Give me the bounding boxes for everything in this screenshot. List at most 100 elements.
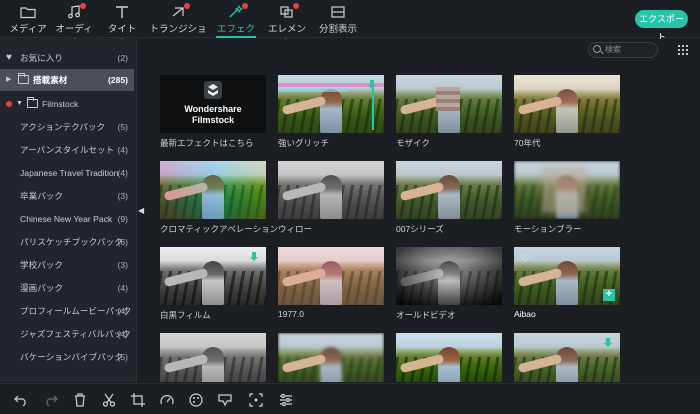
tab-effects[interactable]: エフェクト bbox=[216, 3, 256, 49]
effect-card[interactable]: オールドビデオ bbox=[396, 247, 502, 320]
redo-icon[interactable] bbox=[44, 393, 58, 407]
sidebar-item-label: Filmstock bbox=[42, 99, 79, 109]
tab-split-screen-label: 分割表示 bbox=[318, 24, 357, 35]
search-placeholder: 検索 bbox=[605, 45, 621, 54]
adjust-icon[interactable] bbox=[279, 393, 293, 407]
effect-thumbnail bbox=[160, 247, 266, 305]
tab-transitions[interactable]: トランジション bbox=[149, 3, 207, 49]
promo-line-2: Filmstock bbox=[191, 115, 234, 125]
effect-card[interactable] bbox=[160, 333, 266, 382]
tab-media[interactable]: メディア bbox=[6, 3, 50, 37]
effect-label: モーションブラー bbox=[514, 224, 582, 234]
effect-label: 70年代 bbox=[514, 138, 541, 148]
effect-thumbnail bbox=[514, 333, 620, 382]
sidebar-item-pack[interactable]: 学校パック (3) bbox=[0, 254, 134, 276]
sidebar-item-count: (9) bbox=[117, 214, 128, 224]
sidebar-item-pack[interactable]: プロフィールムービーパック (4) bbox=[0, 300, 134, 322]
download-icon[interactable] bbox=[604, 338, 612, 348]
effect-label: クロマティックアベレーション bbox=[160, 224, 279, 234]
sidebar-collapse-arrow-icon[interactable]: ◀ bbox=[138, 206, 144, 215]
grid-view-icon[interactable] bbox=[678, 45, 688, 55]
effect-card[interactable]: Wondershare Filmstock 最新エフェクトはこちら bbox=[160, 75, 266, 148]
sidebar-item-label: 搭載素材 bbox=[33, 75, 68, 85]
notification-dot bbox=[242, 3, 248, 9]
effect-card[interactable]: 70年代 bbox=[514, 75, 620, 148]
effect-card[interactable]: ウィロー bbox=[278, 161, 384, 234]
mark-icon[interactable] bbox=[218, 393, 232, 407]
top-toolbar: メディア オーディオ タイトル トランジション bbox=[0, 0, 700, 49]
effect-thumbnail bbox=[396, 75, 502, 133]
effect-card[interactable] bbox=[278, 333, 384, 382]
effect-card[interactable]: モザイク bbox=[396, 75, 502, 148]
sidebar-item-pack[interactable]: 卒業パック (3) bbox=[0, 185, 134, 207]
app-window: メディア オーディオ タイトル トランジション bbox=[0, 0, 700, 414]
sidebar-item-pack[interactable]: 漫画パック (4) bbox=[0, 277, 134, 299]
sidebar-item-count: (5) bbox=[117, 122, 128, 132]
effect-label: 白黒フィルム bbox=[160, 310, 211, 320]
effect-card[interactable]: モーションブラー bbox=[514, 161, 620, 234]
effect-card[interactable]: 強いグリッチ bbox=[278, 75, 384, 148]
effect-label: 最新エフェクトはこちら bbox=[160, 138, 254, 148]
sidebar-item-count: (4) bbox=[117, 168, 128, 178]
effect-thumbnail bbox=[278, 75, 384, 133]
crop-icon[interactable] bbox=[131, 393, 145, 407]
effect-card-selected[interactable]: ♡ + Aibao bbox=[514, 247, 620, 319]
expand-arrow-icon[interactable]: ▶ bbox=[6, 69, 11, 91]
tab-titles[interactable]: タイトル bbox=[104, 3, 140, 49]
sidebar-item-label: お気に入り bbox=[20, 53, 63, 63]
music-note-icon bbox=[66, 3, 86, 19]
favorite-heart-icon[interactable]: ♡ bbox=[520, 252, 530, 265]
sidebar-item-pack[interactable]: Japanese Travel Tradition (4) bbox=[0, 162, 134, 184]
sidebar-item-builtin[interactable]: ▶ 搭載素材 (285) bbox=[0, 69, 134, 91]
sidebar-item-count: (4) bbox=[117, 145, 128, 155]
tab-split-screen[interactable]: 分割表示 bbox=[317, 3, 359, 37]
sidebar-item-count: (4) bbox=[117, 306, 128, 316]
effect-card[interactable]: クロマティックアベレーション bbox=[160, 161, 278, 234]
sidebar-item-count: (4) bbox=[117, 329, 128, 339]
add-to-timeline-button[interactable]: + bbox=[603, 289, 615, 301]
color-icon[interactable] bbox=[189, 393, 203, 407]
sidebar-item-count: (3) bbox=[117, 260, 128, 270]
tab-audio[interactable]: オーディオ bbox=[52, 3, 96, 49]
sidebar-item-pack[interactable]: Chinese New Year Pack (9) bbox=[0, 208, 134, 230]
effect-card[interactable] bbox=[396, 333, 502, 382]
effect-card[interactable]: 007シリーズ bbox=[396, 161, 502, 234]
undo-icon[interactable] bbox=[14, 393, 28, 407]
effect-label: 007シリーズ bbox=[396, 224, 444, 234]
effect-card[interactable]: 白黒フィルム bbox=[160, 247, 266, 320]
effect-thumbnail bbox=[514, 161, 620, 219]
sidebar-item-favorites[interactable]: ♥ お気に入り (2) bbox=[0, 47, 134, 69]
sidebar-item-pack[interactable]: アクションテクパック (5) bbox=[0, 116, 134, 138]
effect-label: オールドビデオ bbox=[396, 310, 456, 320]
fullscreen-icon[interactable] bbox=[249, 393, 263, 407]
collapse-arrow-icon[interactable]: ▼ bbox=[16, 93, 23, 115]
sidebar-item-pack[interactable]: バケーションバイブパック (5) bbox=[0, 346, 134, 368]
sidebar-item-filmstock[interactable]: ▼ Filmstock bbox=[0, 93, 134, 115]
effect-card[interactable]: 1977.0 bbox=[278, 247, 384, 319]
sidebar-item-count: (285) bbox=[107, 75, 128, 85]
sidebar-item-pack[interactable]: パリスケッチブックパック (6) bbox=[0, 231, 134, 253]
sidebar-item-label: アクションテクパック bbox=[20, 122, 106, 132]
effect-card[interactable] bbox=[514, 333, 620, 382]
tab-elements[interactable]: エレメント bbox=[267, 3, 307, 49]
sidebar-item-pack[interactable]: アーバンスタイルセット (4) bbox=[0, 139, 134, 161]
search-input[interactable]: 検索 bbox=[588, 42, 658, 58]
folder-icon bbox=[20, 5, 36, 19]
effect-label: ウィロー bbox=[278, 224, 313, 234]
download-icon[interactable] bbox=[250, 252, 258, 262]
export-button[interactable]: エクスポート bbox=[635, 10, 688, 42]
sidebar-item-label: バケーションバイブパック bbox=[20, 352, 123, 362]
sidebar-item-pack[interactable]: ジャズフェスティバルパック (4) bbox=[0, 323, 134, 345]
download-icon[interactable] bbox=[368, 80, 376, 90]
heart-icon: ♥ bbox=[6, 52, 12, 63]
notification-dot bbox=[184, 3, 190, 9]
effect-thumbnail bbox=[514, 75, 620, 133]
notification-dot bbox=[80, 3, 86, 9]
text-t-icon bbox=[114, 5, 130, 19]
split-screen-icon bbox=[330, 5, 346, 19]
effect-label: Aibao bbox=[514, 309, 536, 319]
delete-icon[interactable] bbox=[73, 393, 87, 407]
cut-icon[interactable] bbox=[102, 393, 116, 407]
elements-icon bbox=[279, 3, 299, 19]
speed-icon[interactable] bbox=[160, 393, 174, 407]
